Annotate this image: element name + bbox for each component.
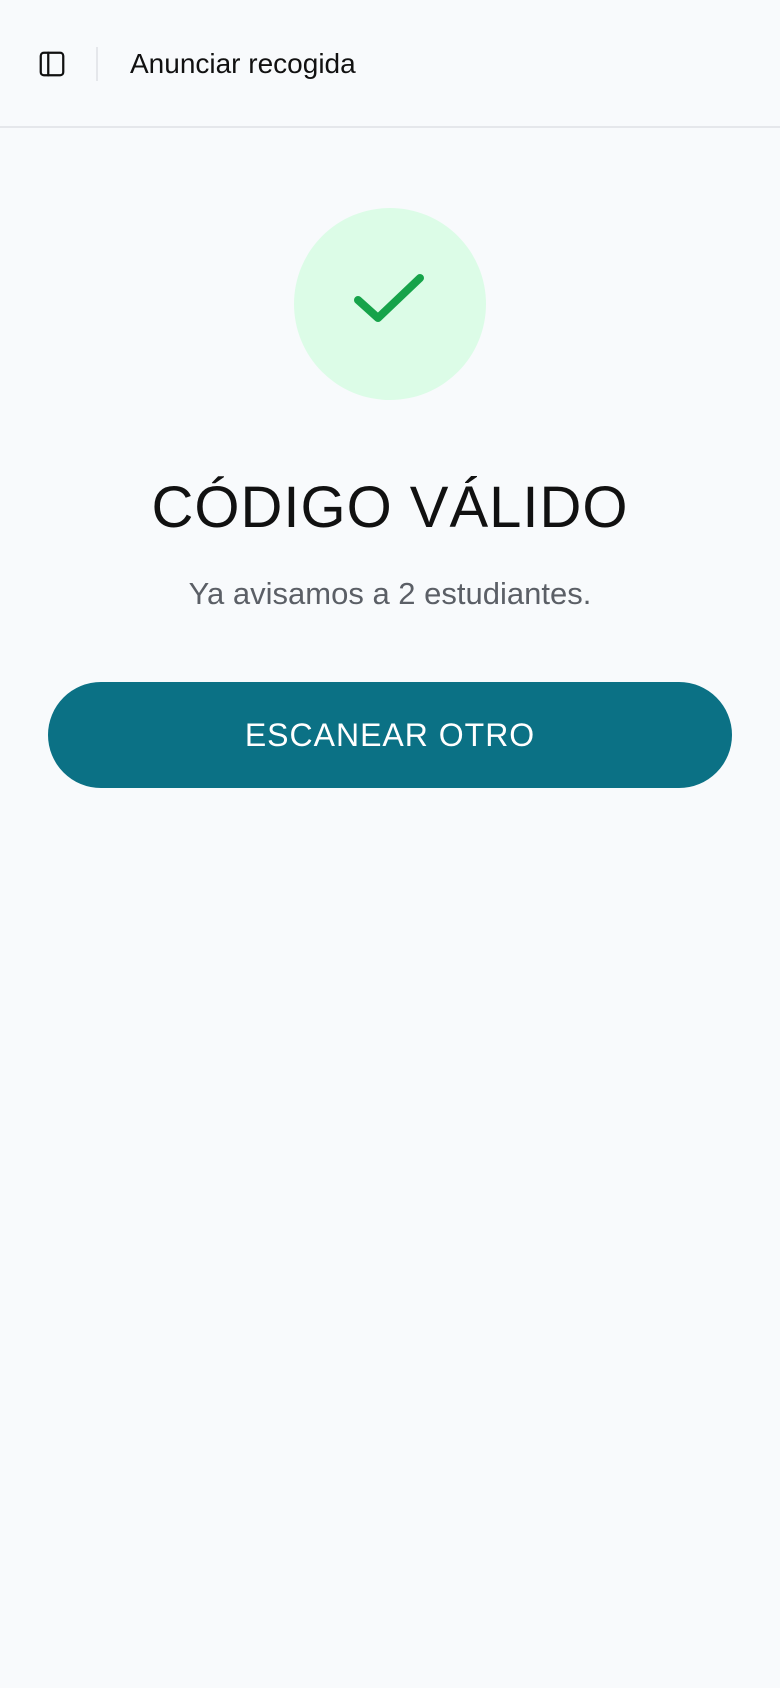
check-icon	[354, 274, 424, 322]
app-header: Anunciar recogida	[0, 0, 780, 128]
result-message: Ya avisamos a 2 estudiantes.	[188, 576, 592, 611]
success-status-badge	[294, 208, 486, 400]
result-title: CÓDIGO VÁLIDO	[151, 475, 629, 540]
sidebar-panel-icon	[39, 51, 65, 77]
header-divider	[96, 47, 98, 81]
sidebar-toggle-button[interactable]	[32, 44, 72, 84]
page-title: Anunciar recogida	[130, 48, 356, 79]
scan-again-button[interactable]: ESCANEAR OTRO	[48, 682, 732, 788]
